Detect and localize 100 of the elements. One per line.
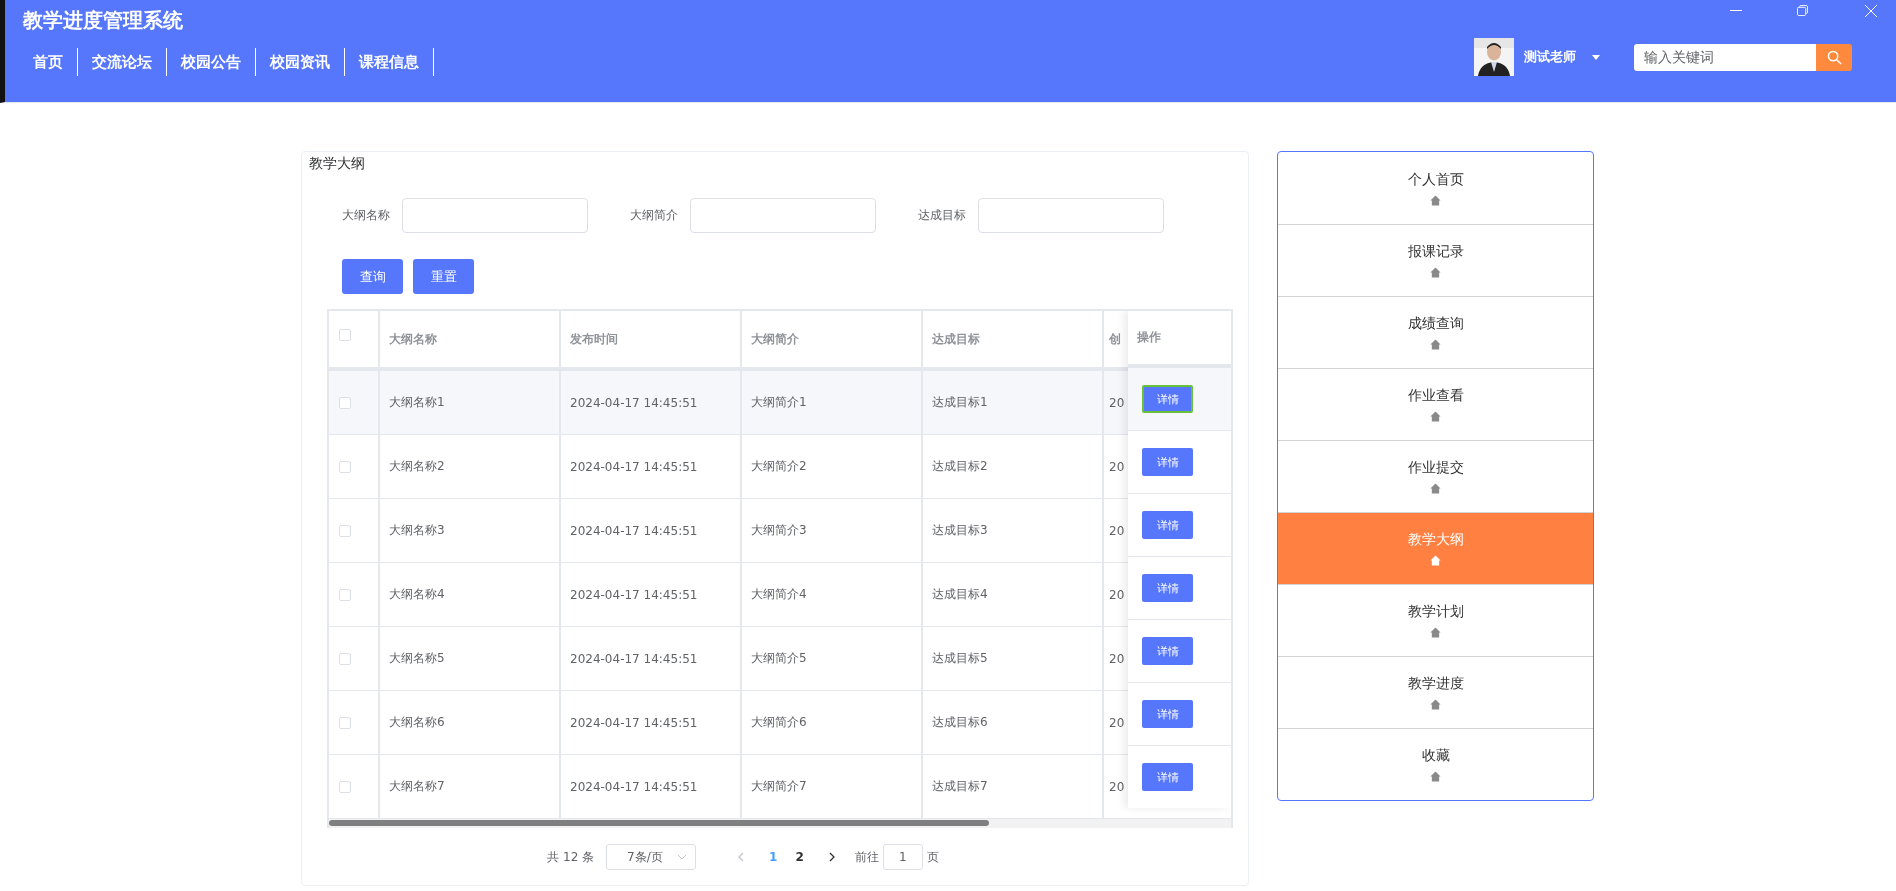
table-cell-text: 20 — [1108, 714, 1126, 732]
page-number[interactable]: 2 — [795, 850, 804, 864]
detail-button[interactable]: 详情 — [1142, 574, 1193, 602]
table-cell: 达成目标3 — [923, 499, 1104, 562]
sidebar-label: 作业提交 — [1407, 459, 1464, 477]
detail-button[interactable]: 详情 — [1142, 763, 1193, 791]
search-button[interactable] — [1816, 43, 1852, 71]
table-cell: 大纲名称6 — [380, 691, 561, 754]
checkbox[interactable] — [339, 329, 351, 341]
field-label: 大纲名称 — [342, 207, 390, 224]
table-cell: 大纲名称5 — [380, 627, 561, 690]
column-header: 达成目标 — [923, 311, 1104, 367]
input-field[interactable] — [690, 198, 876, 233]
sidebar-label: 收藏 — [1421, 747, 1450, 765]
checkbox[interactable] — [339, 396, 351, 409]
sidebar-item[interactable]: 个人首页 — [1278, 152, 1593, 224]
checkbox[interactable] — [339, 716, 351, 729]
field-label: 大纲简介 — [630, 207, 678, 224]
table-cell: 大纲简介4 — [742, 563, 923, 626]
table-cell-text: 20 — [1108, 522, 1126, 540]
sidebar-item[interactable]: 收藏 — [1278, 728, 1593, 800]
input-field[interactable] — [402, 198, 588, 233]
table-cell: 大纲简介6 — [742, 691, 923, 754]
detail-button[interactable]: 详情 — [1142, 511, 1193, 539]
sidebar-label: 教学计划 — [1407, 603, 1464, 621]
table-cell: 大纲名称1 — [380, 371, 561, 434]
table-cell: 2024-04-17 14:45:51 — [561, 691, 742, 754]
house-icon — [1430, 194, 1441, 206]
field-label: 达成目标 — [918, 207, 966, 224]
sidebar-label: 报课记录 — [1407, 243, 1464, 261]
sidebar-item[interactable]: 成绩查询 — [1278, 296, 1593, 368]
table-cell-text: 20 — [1108, 458, 1126, 476]
column-header: 操作 — [1128, 311, 1231, 367]
house-icon — [1430, 771, 1441, 782]
reset-button[interactable]: 重置 — [413, 259, 474, 294]
column-header: 发布时间 — [561, 311, 742, 367]
house-icon — [1430, 483, 1441, 494]
minimize-icon[interactable] — [1730, 10, 1742, 12]
sidebar-label: 个人首页 — [1407, 170, 1464, 189]
table-cell: 2024-04-17 14:45:51 — [561, 371, 742, 434]
checkbox[interactable] — [339, 588, 351, 601]
sidebar-label: 作业查看 — [1407, 387, 1464, 405]
sidebar-item[interactable]: 教学计划 — [1278, 584, 1593, 656]
nav-link[interactable]: 课程信息 — [345, 48, 434, 76]
chevron-down-icon — [677, 854, 688, 860]
house-icon — [1430, 411, 1441, 422]
checkbox[interactable] — [339, 460, 351, 473]
table-cell-text: 20 — [1108, 586, 1126, 604]
page-input[interactable]: 1 — [882, 844, 923, 870]
house-icon — [1430, 627, 1441, 638]
column-header: 大纲名称 — [380, 311, 561, 367]
sidebar-item[interactable]: 作业查看 — [1278, 368, 1593, 440]
column-header: 创 — [1108, 330, 1122, 348]
checkbox[interactable] — [339, 780, 351, 793]
house-icon — [1430, 339, 1441, 350]
table-cell: 大纲名称2 — [380, 435, 561, 498]
checkbox[interactable] — [339, 524, 351, 537]
detail-button[interactable]: 详情 — [1142, 385, 1193, 413]
nav-link[interactable]: 首页 — [23, 48, 78, 76]
checkbox[interactable] — [339, 652, 351, 665]
house-icon — [1430, 555, 1441, 566]
goto-label: 前往 — [854, 848, 879, 866]
table-cell: 达成目标6 — [923, 691, 1104, 754]
table-cell-text: 20 — [1108, 394, 1126, 412]
close-icon[interactable] — [1865, 5, 1877, 17]
query-button[interactable]: 查询 — [342, 259, 403, 294]
sidebar-item[interactable]: 教学大纲 — [1278, 512, 1593, 584]
table-cell: 达成目标2 — [923, 435, 1104, 498]
table-cell: 大纲简介5 — [742, 627, 923, 690]
table-cell: 大纲简介1 — [742, 371, 923, 434]
table-cell: 大纲名称4 — [380, 563, 561, 626]
search-icon — [1826, 49, 1842, 65]
page-number[interactable]: 1 — [769, 850, 778, 864]
restore-icon[interactable] — [1797, 5, 1808, 16]
table-cell: 2024-04-17 14:45:51 — [561, 435, 742, 498]
nav-link[interactable]: 校园公告 — [167, 48, 256, 76]
nav-link[interactable]: 校园资讯 — [256, 48, 345, 76]
detail-button[interactable]: 详情 — [1142, 700, 1193, 728]
sidebar-label: 教学进度 — [1407, 675, 1464, 693]
detail-button[interactable]: 详情 — [1142, 637, 1193, 665]
previous-page-icon[interactable] — [738, 852, 745, 862]
nav-link[interactable]: 交流论坛 — [78, 48, 167, 76]
page-size-select[interactable]: 7条/页 — [606, 844, 697, 870]
table-cell: 大纲名称3 — [380, 499, 561, 562]
sidebar-label: 成绩查询 — [1407, 315, 1464, 333]
scrollbar[interactable] — [329, 818, 1231, 828]
input-field[interactable] — [978, 198, 1164, 233]
search-field[interactable]: 输入关键词 — [1634, 43, 1816, 71]
table-cell-text: 20 — [1108, 650, 1126, 668]
detail-button[interactable]: 详情 — [1142, 448, 1193, 476]
user-name[interactable]: 测试老师 — [1524, 48, 1576, 66]
caret-icon[interactable] — [1592, 54, 1600, 60]
column-header: 大纲简介 — [742, 311, 923, 367]
house-icon — [1430, 267, 1441, 278]
next-page-icon[interactable] — [828, 852, 835, 862]
sidebar-item[interactable]: 教学进度 — [1278, 656, 1593, 728]
sidebar-item[interactable]: 报课记录 — [1278, 224, 1593, 296]
table-cell: 大纲简介2 — [742, 435, 923, 498]
scrollbar-thumb[interactable] — [329, 820, 989, 826]
page-unit-label: 页 — [926, 848, 939, 866]
